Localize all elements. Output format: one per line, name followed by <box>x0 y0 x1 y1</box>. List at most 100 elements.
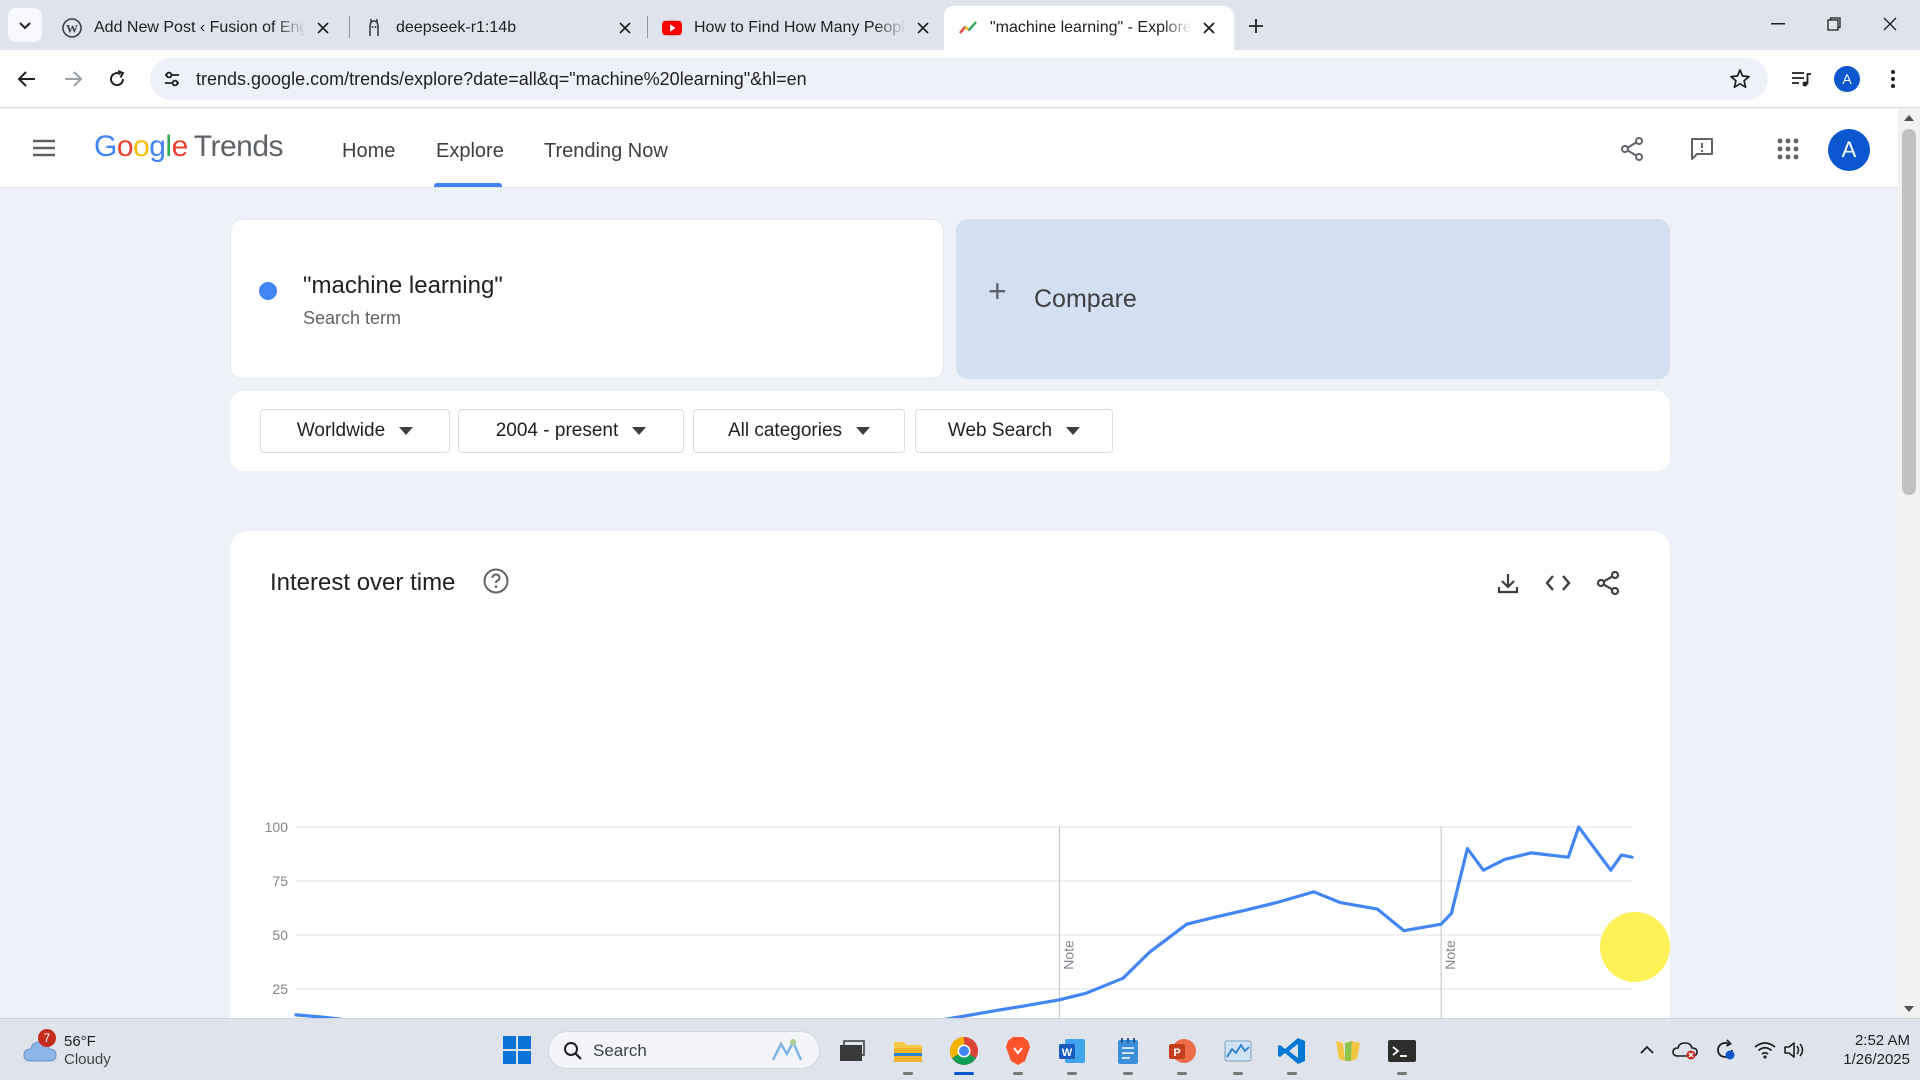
url-text[interactable]: trends.google.com/trends/explore?date=al… <box>196 69 807 90</box>
sync-icon[interactable] <box>1712 1037 1738 1063</box>
trends-header: Google Trends Home Explore Trending Now A <box>0 109 1898 188</box>
brave-icon[interactable] <box>998 1031 1038 1075</box>
close-window-button[interactable] <box>1862 0 1918 48</box>
search-term-type: Search term <box>303 308 402 328</box>
compare-button[interactable]: + Compare <box>956 219 1670 379</box>
vscode-icon[interactable] <box>1272 1031 1312 1075</box>
media-controls-button[interactable] <box>1784 62 1818 96</box>
nav-explore[interactable]: Explore <box>436 140 504 163</box>
scroll-thumb[interactable] <box>1902 129 1916 495</box>
running-indicator <box>1177 1072 1187 1075</box>
browser-tab-wordpress[interactable]: W Add New Post ‹ Fusion of Engineering <box>48 6 348 50</box>
minimize-button[interactable] <box>1750 0 1806 48</box>
category-filter[interactable]: All categories <box>693 409 905 453</box>
weather-alert-badge: 7 <box>38 1029 56 1047</box>
playlist-icon <box>1792 72 1811 87</box>
browser-tab-trends[interactable]: "machine learning" - Explore - Google Tr… <box>944 6 1234 50</box>
clock-time: 2:52 AM <box>1854 1032 1910 1049</box>
youtube-icon <box>662 18 682 38</box>
browser-menu-button[interactable] <box>1876 62 1910 96</box>
share-icon[interactable] <box>1616 133 1648 165</box>
tab-search-button[interactable] <box>8 8 42 42</box>
weather-temp: 56°F <box>64 1033 96 1050</box>
filter-label: Web Search <box>947 420 1053 441</box>
search-term-text[interactable]: "machine learning" <box>303 272 503 300</box>
apps-grid-icon[interactable] <box>1772 133 1804 165</box>
google-trends-logo[interactable]: Google Trends <box>94 130 284 164</box>
app-icon[interactable] <box>1328 1031 1368 1071</box>
onedrive-icon[interactable] <box>1672 1037 1698 1063</box>
new-tab-button[interactable] <box>1240 10 1272 42</box>
site-settings-icon[interactable] <box>160 67 184 91</box>
feedback-icon[interactable] <box>1686 133 1718 165</box>
account-avatar[interactable]: A <box>1828 129 1870 171</box>
plus-icon: + <box>988 273 1007 309</box>
note-label: Note <box>1442 940 1458 970</box>
browser-profile-avatar[interactable]: A <box>1834 66 1860 92</box>
series-color-dot <box>259 282 277 300</box>
running-indicator <box>1013 1072 1023 1075</box>
more-vert-icon <box>1891 70 1895 88</box>
y-tick-label: 100 <box>265 819 289 835</box>
svg-text:W: W <box>66 22 78 36</box>
close-icon[interactable] <box>1198 17 1220 39</box>
weather-widget[interactable]: 7 56°F Cloudy <box>20 1029 160 1071</box>
close-icon[interactable] <box>912 17 934 39</box>
logo-google: Google <box>94 130 188 163</box>
filter-label: 2004 - present <box>495 420 619 441</box>
back-button[interactable] <box>10 62 44 96</box>
taskbar-search[interactable]: Search <box>548 1031 820 1069</box>
trends-page: Google Trends Home Explore Trending Now A… <box>0 109 1898 1018</box>
notepad-icon[interactable] <box>1108 1031 1148 1075</box>
windows-start-icon[interactable] <box>502 1035 532 1065</box>
system-clock[interactable]: 2:52 AM 1/26/2025 <box>1820 1031 1910 1069</box>
tab-title: How to Find How Many People Searched <box>694 19 906 36</box>
volume-icon[interactable] <box>1782 1037 1808 1063</box>
wifi-icon[interactable] <box>1752 1037 1778 1063</box>
time-range-filter[interactable]: 2004 - present <box>458 409 684 453</box>
chevron-up-icon[interactable] <box>1634 1037 1660 1063</box>
scroll-down-icon[interactable] <box>1904 1006 1914 1012</box>
caret-down-icon <box>856 427 871 435</box>
nav-home[interactable]: Home <box>342 140 395 163</box>
running-indicator <box>1123 1072 1133 1075</box>
caret-down-icon <box>632 427 647 435</box>
running-indicator <box>1397 1072 1407 1075</box>
ollama-icon <box>364 18 384 38</box>
terminal-icon[interactable] <box>1382 1031 1422 1075</box>
tab-title: "machine learning" - Explore - Google Tr… <box>990 19 1192 36</box>
cursor-highlight <box>1600 912 1670 982</box>
close-icon[interactable] <box>312 17 334 39</box>
taskbar-search-placeholder: Search <box>593 1041 647 1060</box>
nav-trending-now[interactable]: Trending Now <box>544 140 668 163</box>
filter-label: All categories <box>727 420 843 441</box>
scroll-up-icon[interactable] <box>1904 115 1914 121</box>
task-manager-icon[interactable] <box>1218 1031 1258 1075</box>
address-bar[interactable]: trends.google.com/trends/explore?date=al… <box>150 58 1768 100</box>
bookmark-star-icon[interactable] <box>1728 67 1752 91</box>
page-scrollbar[interactable] <box>1898 109 1920 1018</box>
powerpoint-icon[interactable]: P <box>1162 1031 1202 1075</box>
file-explorer-icon[interactable] <box>888 1031 928 1075</box>
forward-button[interactable] <box>56 62 90 96</box>
chrome-icon[interactable] <box>944 1031 984 1075</box>
browser-tab-youtube[interactable]: How to Find How Many People Searched <box>648 6 948 50</box>
word-icon[interactable]: W <box>1052 1031 1092 1075</box>
reload-icon <box>110 70 125 87</box>
reload-button[interactable] <box>100 62 134 96</box>
task-view-icon[interactable] <box>832 1031 872 1071</box>
caret-down-icon <box>1066 427 1081 435</box>
restore-button[interactable] <box>1806 0 1862 48</box>
close-icon[interactable] <box>614 17 636 39</box>
menu-icon[interactable] <box>30 136 58 160</box>
svg-text:W: W <box>1062 1047 1073 1059</box>
browser-tab-bar: W Add New Post ‹ Fusion of Engineering d… <box>0 0 1920 50</box>
region-filter[interactable]: Worldwide <box>260 409 450 453</box>
search-type-filter[interactable]: Web Search <box>915 409 1113 453</box>
search-term-card[interactable]: "machine learning" Search term <box>230 219 944 379</box>
interest-line-chart[interactable]: 255075100Jan 1, 2004Apr 1, 2010Jul 1, 20… <box>230 531 1670 1018</box>
search-icon <box>564 1042 582 1060</box>
active-nav-indicator <box>434 183 502 187</box>
browser-tab-ollama[interactable]: deepseek-r1:14b <box>350 6 650 50</box>
logo-trends: Trends <box>193 130 284 163</box>
